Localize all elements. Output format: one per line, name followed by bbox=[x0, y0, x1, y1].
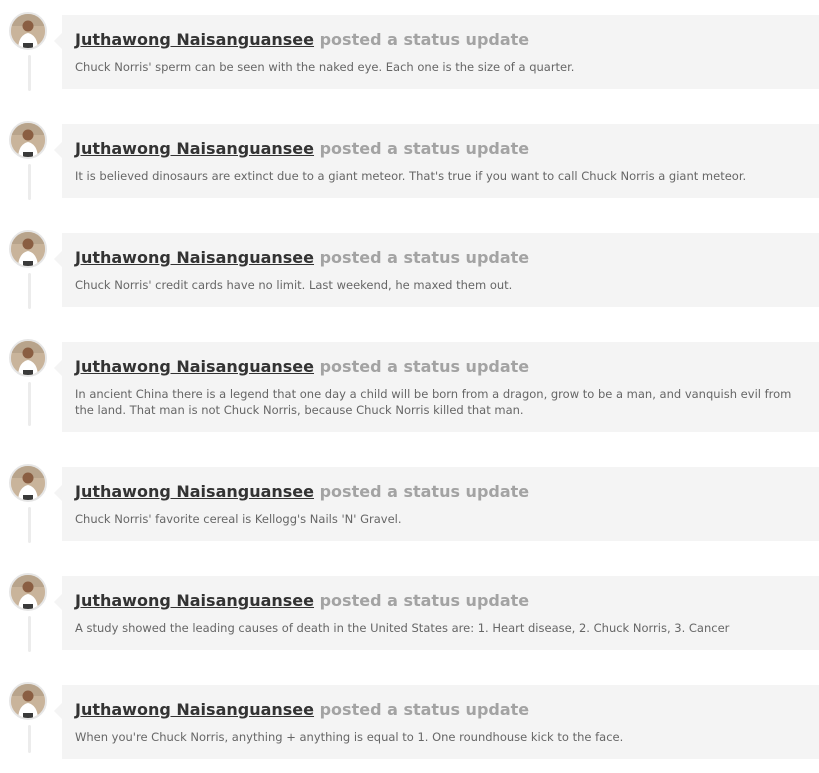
author-link[interactable]: Juthawong Naisanguansee bbox=[75, 700, 314, 719]
timeline-connector bbox=[28, 507, 31, 543]
timeline-connector bbox=[28, 616, 31, 652]
status-text: In ancient China there is a legend that … bbox=[75, 387, 792, 417]
action-label: posted a status update bbox=[319, 357, 530, 376]
action-label: posted a status update bbox=[319, 482, 530, 501]
status-text: Chuck Norris' favorite cereal is Kellogg… bbox=[75, 512, 402, 526]
status-heading: Juthawong Naisanguansee posted a status … bbox=[75, 356, 805, 378]
status-heading: Juthawong Naisanguansee posted a status … bbox=[75, 247, 805, 269]
user-photo-icon bbox=[9, 339, 47, 377]
user-photo-icon bbox=[9, 121, 47, 159]
user-photo-icon bbox=[9, 682, 47, 720]
status-text: When you're Chuck Norris, anything + any… bbox=[75, 730, 624, 744]
status-card: Juthawong Naisanguansee posted a status … bbox=[54, 233, 819, 307]
avatar[interactable] bbox=[9, 121, 47, 159]
activity-feed: Juthawong Naisanguansee posted a status … bbox=[0, 0, 819, 773]
avatar[interactable] bbox=[9, 12, 47, 50]
status-text: Chuck Norris' sperm can be seen with the… bbox=[75, 60, 575, 74]
action-label: posted a status update bbox=[319, 591, 530, 610]
timeline-connector bbox=[28, 273, 31, 309]
author-link[interactable]: Juthawong Naisanguansee bbox=[75, 591, 314, 610]
avatar[interactable] bbox=[9, 682, 47, 720]
timeline-connector bbox=[28, 55, 31, 91]
timeline-connector bbox=[28, 164, 31, 200]
status-heading: Juthawong Naisanguansee posted a status … bbox=[75, 29, 805, 51]
author-link[interactable]: Juthawong Naisanguansee bbox=[75, 30, 314, 49]
avatar[interactable] bbox=[9, 339, 47, 377]
status-text: A study showed the leading causes of dea… bbox=[75, 621, 730, 635]
author-link[interactable]: Juthawong Naisanguansee bbox=[75, 357, 314, 376]
avatar[interactable] bbox=[9, 230, 47, 268]
status-heading: Juthawong Naisanguansee posted a status … bbox=[75, 138, 805, 160]
action-label: posted a status update bbox=[319, 30, 530, 49]
status-heading: Juthawong Naisanguansee posted a status … bbox=[75, 481, 805, 503]
author-link[interactable]: Juthawong Naisanguansee bbox=[75, 248, 314, 267]
status-heading: Juthawong Naisanguansee posted a status … bbox=[75, 699, 805, 721]
action-label: posted a status update bbox=[319, 139, 530, 158]
status-text: It is believed dinosaurs are extinct due… bbox=[75, 169, 747, 183]
status-card: Juthawong Naisanguansee posted a status … bbox=[54, 342, 819, 432]
status-card: Juthawong Naisanguansee posted a status … bbox=[54, 576, 819, 650]
status-card: Juthawong Naisanguansee posted a status … bbox=[54, 467, 819, 541]
user-photo-icon bbox=[9, 573, 47, 611]
timeline-connector bbox=[28, 725, 31, 753]
status-card: Juthawong Naisanguansee posted a status … bbox=[54, 15, 819, 89]
avatar[interactable] bbox=[9, 464, 47, 502]
action-label: posted a status update bbox=[319, 248, 530, 267]
action-label: posted a status update bbox=[319, 700, 530, 719]
user-photo-icon bbox=[9, 230, 47, 268]
status-text: Chuck Norris' credit cards have no limit… bbox=[75, 278, 513, 292]
user-photo-icon bbox=[9, 12, 47, 50]
status-card: Juthawong Naisanguansee posted a status … bbox=[54, 124, 819, 198]
status-card: Juthawong Naisanguansee posted a status … bbox=[54, 685, 819, 759]
user-photo-icon bbox=[9, 464, 47, 502]
author-link[interactable]: Juthawong Naisanguansee bbox=[75, 139, 314, 158]
status-heading: Juthawong Naisanguansee posted a status … bbox=[75, 590, 805, 612]
avatar[interactable] bbox=[9, 573, 47, 611]
author-link[interactable]: Juthawong Naisanguansee bbox=[75, 482, 314, 501]
timeline-connector bbox=[28, 382, 31, 426]
